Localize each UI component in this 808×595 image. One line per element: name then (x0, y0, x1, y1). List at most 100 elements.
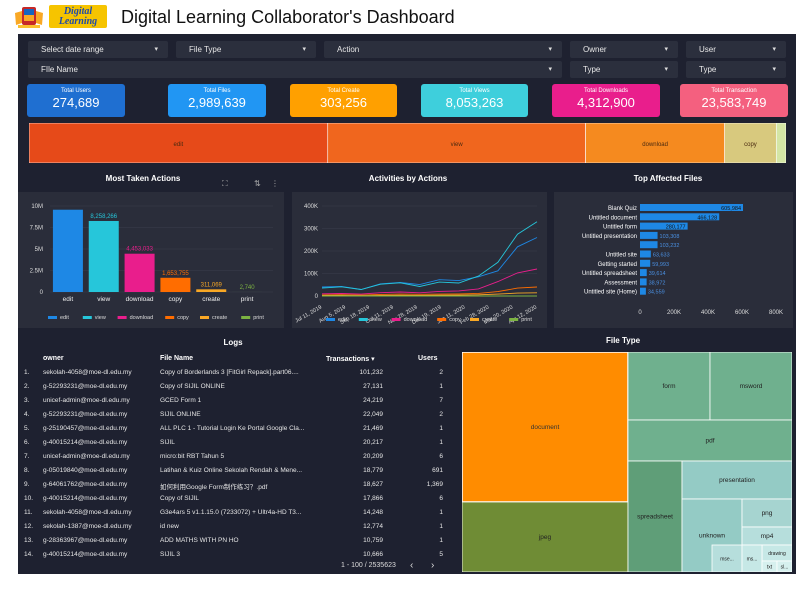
table-row[interactable]: 12. sekolah-1387@moe-dl.edu.my id new 12,77… (18, 520, 456, 534)
table-row[interactable]: 4. g-52293231@moe-dl.edu.my SIJIL ONLINE 22… (18, 408, 456, 422)
action-dropdown[interactable]: Action ▾ (324, 41, 562, 58)
table-row[interactable]: 13. g-28363967@moe-dl.edu.my ADD MATHS WIT… (18, 534, 456, 548)
legend-swatch (509, 318, 519, 321)
legend-swatch (48, 316, 57, 319)
users-cell: 1 (439, 509, 443, 516)
col-owner[interactable]: owner (43, 355, 64, 362)
stack-label-view: view (451, 142, 464, 148)
owner-cell: g-25190457@moe-dl.edu.my (43, 425, 128, 432)
bar-view (88, 220, 119, 292)
data-label: 1,653,755 (162, 271, 189, 277)
y-tick-label: 2.5M (30, 269, 43, 275)
legend-swatch (326, 318, 335, 321)
table-row[interactable]: 8. g-05019840@moe-dl.edu.my Latihan & Kuiz… (18, 464, 456, 478)
treemap-label: spreadsheet (637, 514, 673, 521)
chevron-down-icon: ▾ (772, 66, 776, 73)
col-users[interactable]: Users (418, 355, 437, 362)
bar-create (196, 289, 227, 292)
file-type-dropdown[interactable]: File Type ▾ (176, 41, 316, 58)
next-page-button[interactable]: › (431, 560, 434, 571)
activities-panel: 0 100K 200K 300K 400K Jul 11, 2019 Aug 5, 2019… (292, 192, 547, 328)
row-index: 10. (24, 495, 34, 502)
pagination-label: 1 - 100 / 2535623 (341, 562, 396, 569)
row-index: 14. (24, 551, 34, 558)
data-label: 59,993 (652, 262, 669, 268)
chevron-down-icon: ▾ (548, 66, 552, 73)
owner-cell: g-40015214@moe-dl.edu.my (43, 495, 128, 502)
kpi-total-files: Total Files 2,989,639 (168, 84, 266, 117)
stack-label-copy: copy (744, 142, 757, 148)
file-name-dropdown[interactable]: FIle Name ▾ (28, 61, 562, 78)
table-row[interactable]: 1. sekolah-4058@moe-dl.edu.my Copy of Bord… (18, 366, 456, 380)
file-name-cell: SIJIL (160, 439, 175, 446)
table-row[interactable]: 7. unicef-admin@moe-dl.edu.my micro:bit RB… (18, 450, 456, 464)
transactions-cell: 27,131 (363, 383, 383, 390)
data-label: 39,614 (649, 271, 666, 277)
owner-dropdown[interactable]: Owner ▾ (570, 41, 678, 58)
top-files-panel: Blank Quiz 605,984 Untitled document 466,12… (554, 192, 793, 328)
treemap-label: sl... (781, 565, 789, 571)
transactions-cell: 20,209 (363, 453, 383, 460)
category-label: Blank Quiz (608, 206, 637, 212)
table-row[interactable]: 6. g-40015214@moe-dl.edu.my SIJIL 20,217 1 (18, 436, 456, 450)
drill-icon[interactable]: ⇅ (254, 179, 261, 188)
legend-label: view (371, 317, 382, 323)
actions-stacked-bar: edit view download copy (29, 123, 786, 163)
table-row[interactable]: 10. g-40015214@moe-dl.edu.my Copy of SIJIL… (18, 492, 456, 506)
more-options-icon[interactable]: ⋮ (271, 179, 279, 188)
users-cell: 1 (439, 523, 443, 530)
transactions-cell: 20,217 (363, 439, 383, 446)
table-row[interactable]: 11. sekolah-4058@moe-dl.edu.my G3e4ars 5 v… (18, 506, 456, 520)
users-cell: 1 (439, 439, 443, 446)
legend-label: view (95, 315, 106, 321)
users-cell: 2 (439, 411, 443, 418)
filter-reset-icon[interactable]: ⛶ (222, 179, 228, 189)
file-name-cell: ALL PLC 1 - Tutorial Login Ke Portal Goo… (160, 425, 305, 432)
table-row[interactable]: 5. g-25190457@moe-dl.edu.my ALL PLC 1 - Tu… (18, 422, 456, 436)
category-label: Untitled document (589, 215, 638, 221)
table-row[interactable]: 3. unicef-admin@moe-dl.edu.my GCED Form 1 2… (18, 394, 456, 408)
category-label: Untitled site (606, 253, 638, 259)
table-row[interactable]: 9. g-64061762@moe-dl.edu.my 如何利用Google For… (18, 478, 456, 492)
y-tick-label: 7.5M (30, 226, 43, 232)
owner-cell: g-52293231@moe-dl.edu.my (43, 411, 128, 418)
type-dropdown-1[interactable]: Type ▾ (570, 61, 678, 78)
users-cell: 2 (439, 369, 443, 376)
file-name-cell: Copy of SIJIL ONLINE (160, 383, 225, 390)
chevron-down-icon: ▾ (548, 46, 552, 53)
y-tick-label: 300K (304, 227, 318, 233)
y-tick-label: 200K (304, 249, 318, 255)
y-tick-label: 0 (315, 294, 319, 300)
data-label: 466,128 (697, 215, 717, 221)
table-row[interactable]: 2. g-52293231@moe-dl.edu.my Copy of SIJIL … (18, 380, 456, 394)
treemap-label: document (531, 424, 560, 431)
file-name-cell: ADD MATHS WITH PN HO (160, 537, 239, 544)
user-dropdown[interactable]: User ▾ (686, 41, 786, 58)
y-tick-label: 400K (304, 204, 318, 210)
prev-page-button[interactable]: ‹ (410, 560, 413, 571)
type-dropdown-2[interactable]: Type ▾ (686, 61, 786, 78)
table-row[interactable]: 14. g-40015214@moe-dl.edu.my SIJIL 3 10,666… (18, 548, 456, 562)
x-tick-label: create (202, 296, 220, 303)
line-edit (321, 237, 538, 290)
row-index: 12. (24, 523, 34, 530)
chevron-down-icon: ▾ (664, 66, 668, 73)
file-name-cell: Copy of SIJIL (160, 495, 200, 502)
owner-cell: g-28363967@moe-dl.edu.my (43, 537, 128, 544)
file-name-cell: 如何利用Google Form制作练习？.pdf (160, 484, 268, 491)
hbar (640, 278, 647, 286)
file-name-cell: G3e4ars 5 v1.1.15.0 (7233072) + Ultr4a-H… (160, 509, 302, 516)
owner-cell: g-05019840@moe-dl.edu.my (43, 467, 128, 474)
stack-segment-other (775, 123, 786, 163)
transactions-cell: 21,469 (363, 425, 383, 432)
col-file-name[interactable]: File Name (160, 355, 193, 362)
date-range-dropdown[interactable]: Select date range ▾ (28, 41, 168, 58)
col-transactions[interactable]: Transactions ▾ (326, 355, 375, 363)
x-tick-label: copy (169, 296, 183, 303)
file-name-cell: id new (160, 523, 179, 530)
row-index: 5. (24, 425, 30, 432)
treemap-label: txt (767, 565, 773, 571)
legend-label: print (253, 315, 264, 321)
transactions-cell: 14,248 (363, 509, 383, 516)
data-label: 103,232 (660, 243, 680, 249)
